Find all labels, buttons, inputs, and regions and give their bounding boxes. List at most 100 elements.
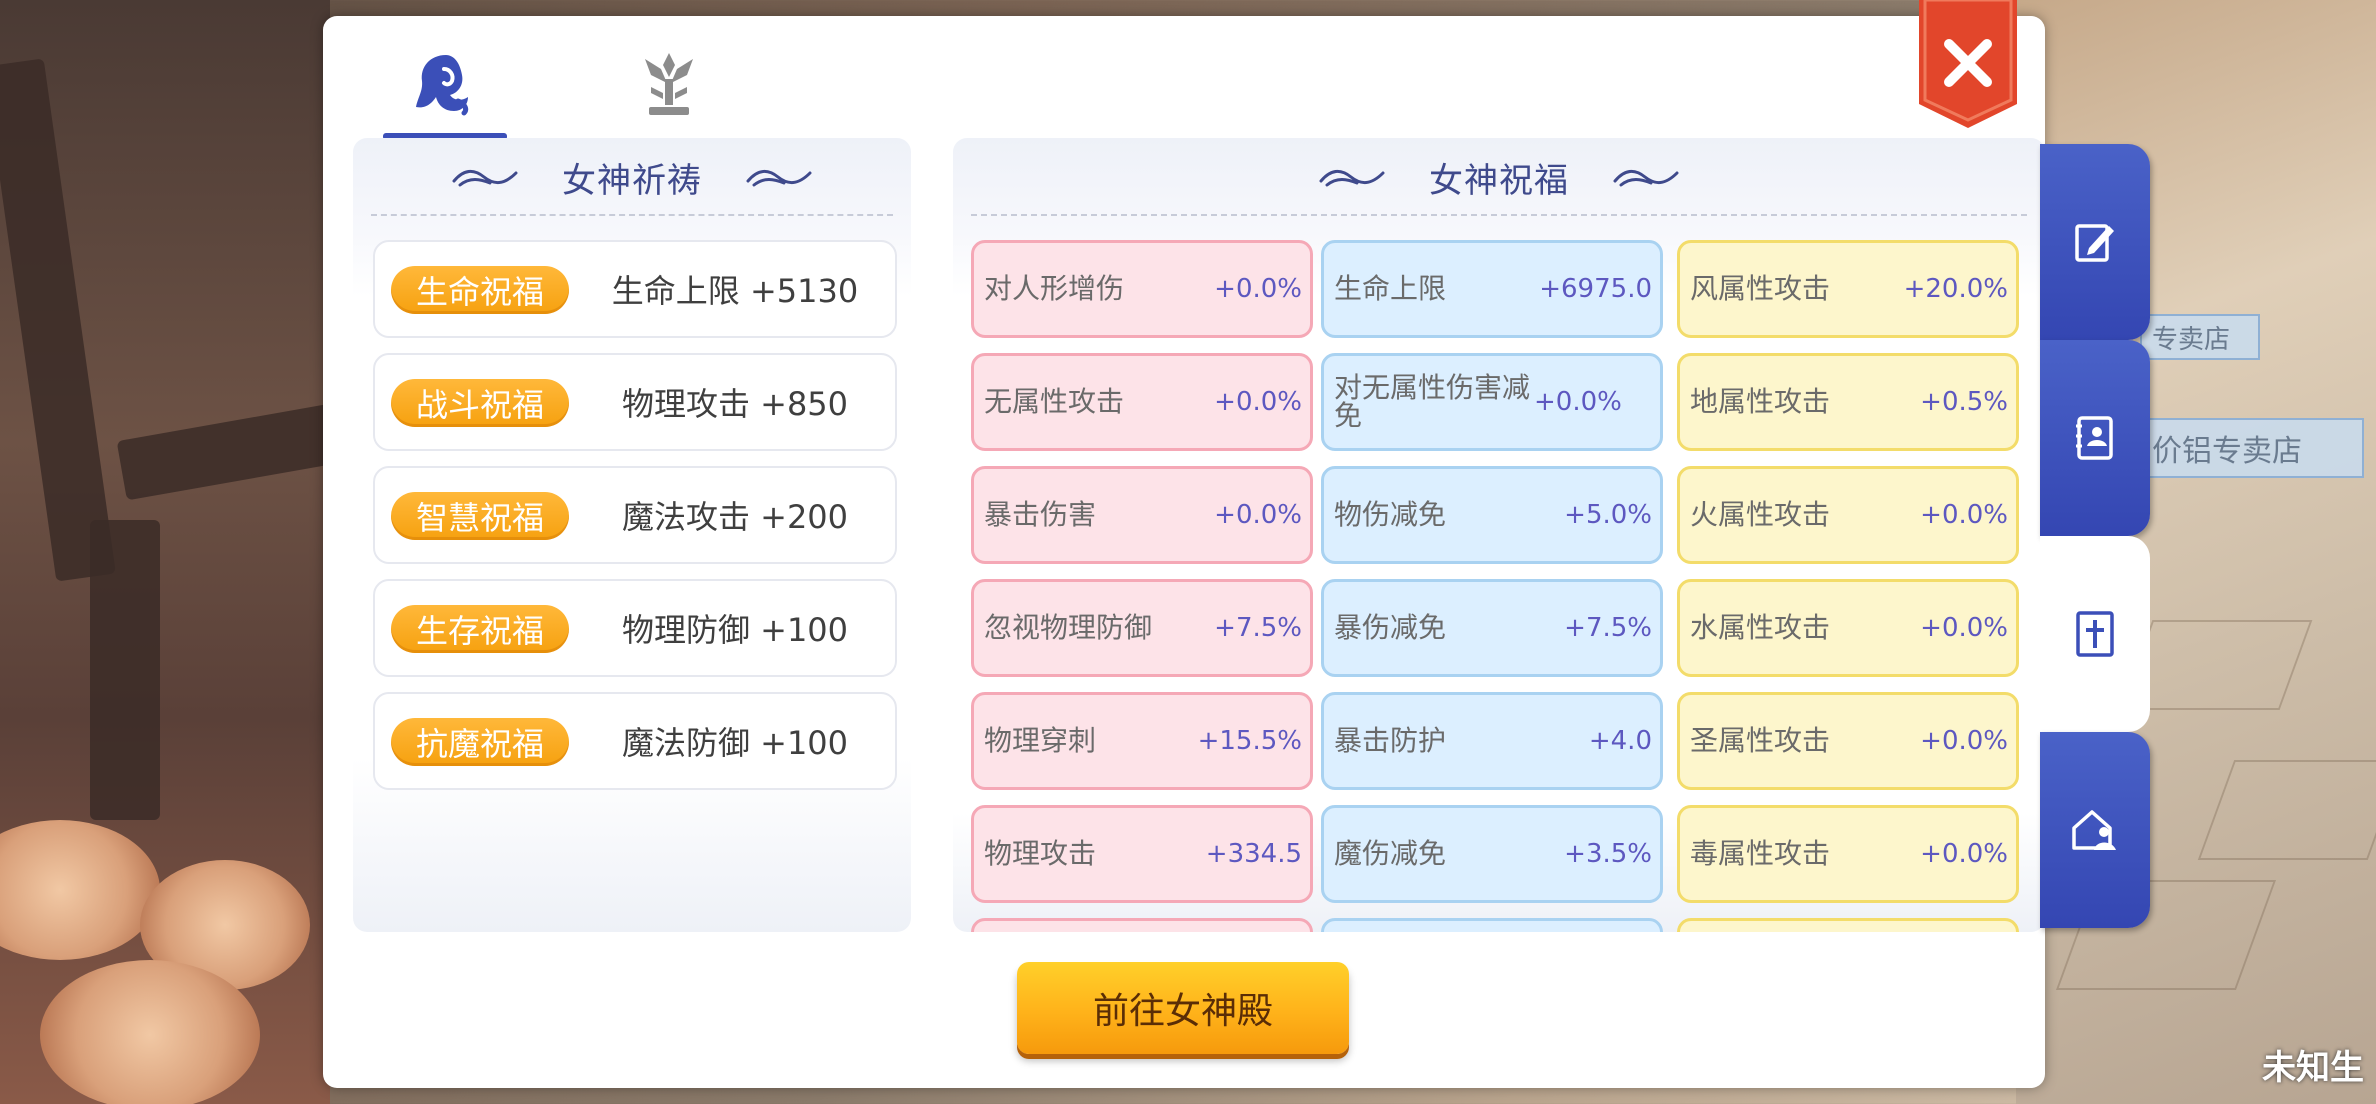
blessing-stat: 物理攻击 +334.5 xyxy=(971,805,1313,903)
blessing-stat: 物理穿刺 +15.5% xyxy=(971,692,1313,790)
stat-name: 无属性攻击 xyxy=(984,385,1125,418)
stat-name: 生命上限 xyxy=(1334,272,1447,305)
prayer-row[interactable]: 战斗祝福 物理攻击 +850 xyxy=(373,353,897,451)
cross-icon xyxy=(2076,611,2114,657)
stat-value: +7.5% xyxy=(1214,613,1302,643)
side-tab-home[interactable] xyxy=(2040,732,2150,928)
stat-name: 对无属性伤害减免 xyxy=(1334,371,1531,432)
blessing-stat-partial xyxy=(1677,918,2019,932)
prayer-value: 物理防御 +100 xyxy=(621,611,849,649)
go-to-goddess-temple-button[interactable]: 前往女神殿 xyxy=(1017,962,1349,1054)
blessing-stat: 对人形增伤 +0.0% xyxy=(971,240,1313,338)
stat-value: +0.0% xyxy=(1920,500,2008,530)
wave-ornament-icon xyxy=(1319,170,1385,187)
blessing-stat: 圣属性攻击 +0.0% xyxy=(1677,692,2019,790)
contacts-book-icon xyxy=(2076,416,2113,460)
prayer-badge: 生存祝福 xyxy=(391,605,569,653)
prayer-row[interactable]: 智慧祝福 魔法攻击 +200 xyxy=(373,466,897,564)
blessing-stat: 无属性攻击 +0.0% xyxy=(971,353,1313,451)
round-crate xyxy=(40,960,260,1104)
blessing-stat: 暴击防护 +4.0 xyxy=(1321,692,1663,790)
stat-value: +0.0% xyxy=(1214,387,1302,417)
stat-value: +15.5% xyxy=(1197,726,1302,756)
prayer-row[interactable]: 抗魔祝福 魔法防御 +100 xyxy=(373,692,897,790)
prayer-row[interactable]: 生命祝福 生命上限 +5130 xyxy=(373,240,897,338)
stat-name: 圣属性攻击 xyxy=(1690,724,1831,757)
blessing-stat: 水属性攻击 +0.0% xyxy=(1677,579,2019,677)
stat-name: 对人形增伤 xyxy=(984,272,1125,305)
floor-tile xyxy=(2197,760,2376,860)
house-person-icon xyxy=(2072,810,2116,850)
wave-ornament-icon xyxy=(1613,170,1679,187)
stat-name: 物理攻击 xyxy=(984,837,1097,870)
prayer-badge: 战斗祝福 xyxy=(391,379,569,427)
blessing-stat: 对无属性伤害减免 +0.0% xyxy=(1321,353,1663,451)
stat-value: +6975.0 xyxy=(1539,274,1652,304)
wave-ornament-icon xyxy=(746,170,812,187)
stat-value: +4.0 xyxy=(1588,726,1652,756)
blessing-stat: 忽视物理防御 +7.5% xyxy=(971,579,1313,677)
blessing-stat: 毒属性攻击 +0.0% xyxy=(1677,805,2019,903)
close-icon xyxy=(1919,0,2017,128)
stat-name: 水属性攻击 xyxy=(1690,611,1831,644)
header-divider xyxy=(971,214,2027,216)
stat-value: +0.0% xyxy=(1214,500,1302,530)
shop-sign: 专卖店 xyxy=(2140,314,2260,360)
goddess-blessing-section[interactable]: 女神祝福 对人形增伤 +0.0% 无属性攻击 +0.0% 暴击伤害 +0.0% 忽视物… xyxy=(953,138,2045,932)
blessing-stat-partial xyxy=(1321,918,1663,932)
round-crate xyxy=(0,820,160,960)
stat-value: +3.5% xyxy=(1564,839,1652,869)
stat-value: +0.0% xyxy=(1920,613,2008,643)
prayer-value: 生命上限 +5130 xyxy=(611,272,859,310)
side-tab-contacts[interactable] xyxy=(2040,340,2150,536)
goddess-panel: 女神祈祷 生命祝福 生命上限 +5130 战斗祝福 物理攻击 +850 智慧祝福… xyxy=(323,0,2045,1088)
wave-ornament-icon xyxy=(452,170,518,187)
blessing-stat-partial xyxy=(971,918,1313,932)
blessing-title: 女神祝福 xyxy=(1429,160,1569,201)
shop-sign: 价铝专卖店 xyxy=(2140,418,2364,478)
wooden-beam xyxy=(0,58,116,582)
stat-name: 地属性攻击 xyxy=(1690,385,1831,418)
blessing-stat: 风属性攻击 +20.0% xyxy=(1677,240,2019,338)
prayer-value: 物理攻击 +850 xyxy=(621,385,849,423)
stat-value: +0.0% xyxy=(1920,839,2008,869)
stat-name: 暴伤减免 xyxy=(1334,611,1447,644)
stat-name: 忽视物理防御 xyxy=(984,611,1153,644)
stat-name: 毒属性攻击 xyxy=(1690,837,1831,870)
blessing-stat: 物伤减免 +5.0% xyxy=(1321,466,1663,564)
prayer-row[interactable]: 生存祝福 物理防御 +100 xyxy=(373,579,897,677)
prayer-badge: 抗魔祝福 xyxy=(391,718,569,766)
prayer-header: 女神祈祷 xyxy=(353,138,911,216)
tab-goddess[interactable] xyxy=(383,34,507,140)
blessing-stat: 地属性攻击 +0.5% xyxy=(1677,353,2019,451)
background-left-scene xyxy=(0,0,364,1104)
stat-name: 暴击防护 xyxy=(1334,724,1447,757)
stat-value: +334.5 xyxy=(1205,839,1302,869)
stat-name: 物理穿刺 xyxy=(984,724,1097,757)
side-tab-goddess[interactable] xyxy=(2040,536,2150,732)
blessing-stat: 魔伤减免 +3.5% xyxy=(1321,805,1663,903)
stat-name: 暴击伤害 xyxy=(984,498,1097,531)
stat-value: +0.5% xyxy=(1920,387,2008,417)
header-divider xyxy=(371,214,893,216)
stat-value: +5.0% xyxy=(1564,500,1652,530)
wooden-beam xyxy=(90,520,160,820)
stat-name: 风属性攻击 xyxy=(1690,272,1831,305)
stat-value: +0.0% xyxy=(1920,726,2008,756)
corner-label: 未知生 xyxy=(2262,1048,2364,1088)
stat-value: +7.5% xyxy=(1564,613,1652,643)
prayer-value: 魔法防御 +100 xyxy=(621,724,849,762)
blessing-stat: 暴击伤害 +0.0% xyxy=(971,466,1313,564)
stat-value: +0.0% xyxy=(1214,274,1302,304)
blessing-stat: 火属性攻击 +0.0% xyxy=(1677,466,2019,564)
prayer-badge: 生命祝福 xyxy=(391,266,569,314)
tab-emblem[interactable] xyxy=(607,34,731,134)
emblem-icon xyxy=(645,53,693,115)
stat-value: +20.0% xyxy=(1903,274,2008,304)
side-tab-edit[interactable] xyxy=(2040,144,2150,340)
goddess-prayer-section: 女神祈祷 生命祝福 生命上限 +5130 战斗祝福 物理攻击 +850 智慧祝福… xyxy=(353,138,911,932)
stat-name: 魔伤减免 xyxy=(1334,837,1447,870)
close-button[interactable] xyxy=(1915,0,2021,130)
prayer-title: 女神祈祷 xyxy=(562,160,702,201)
goddess-icon xyxy=(416,55,469,116)
